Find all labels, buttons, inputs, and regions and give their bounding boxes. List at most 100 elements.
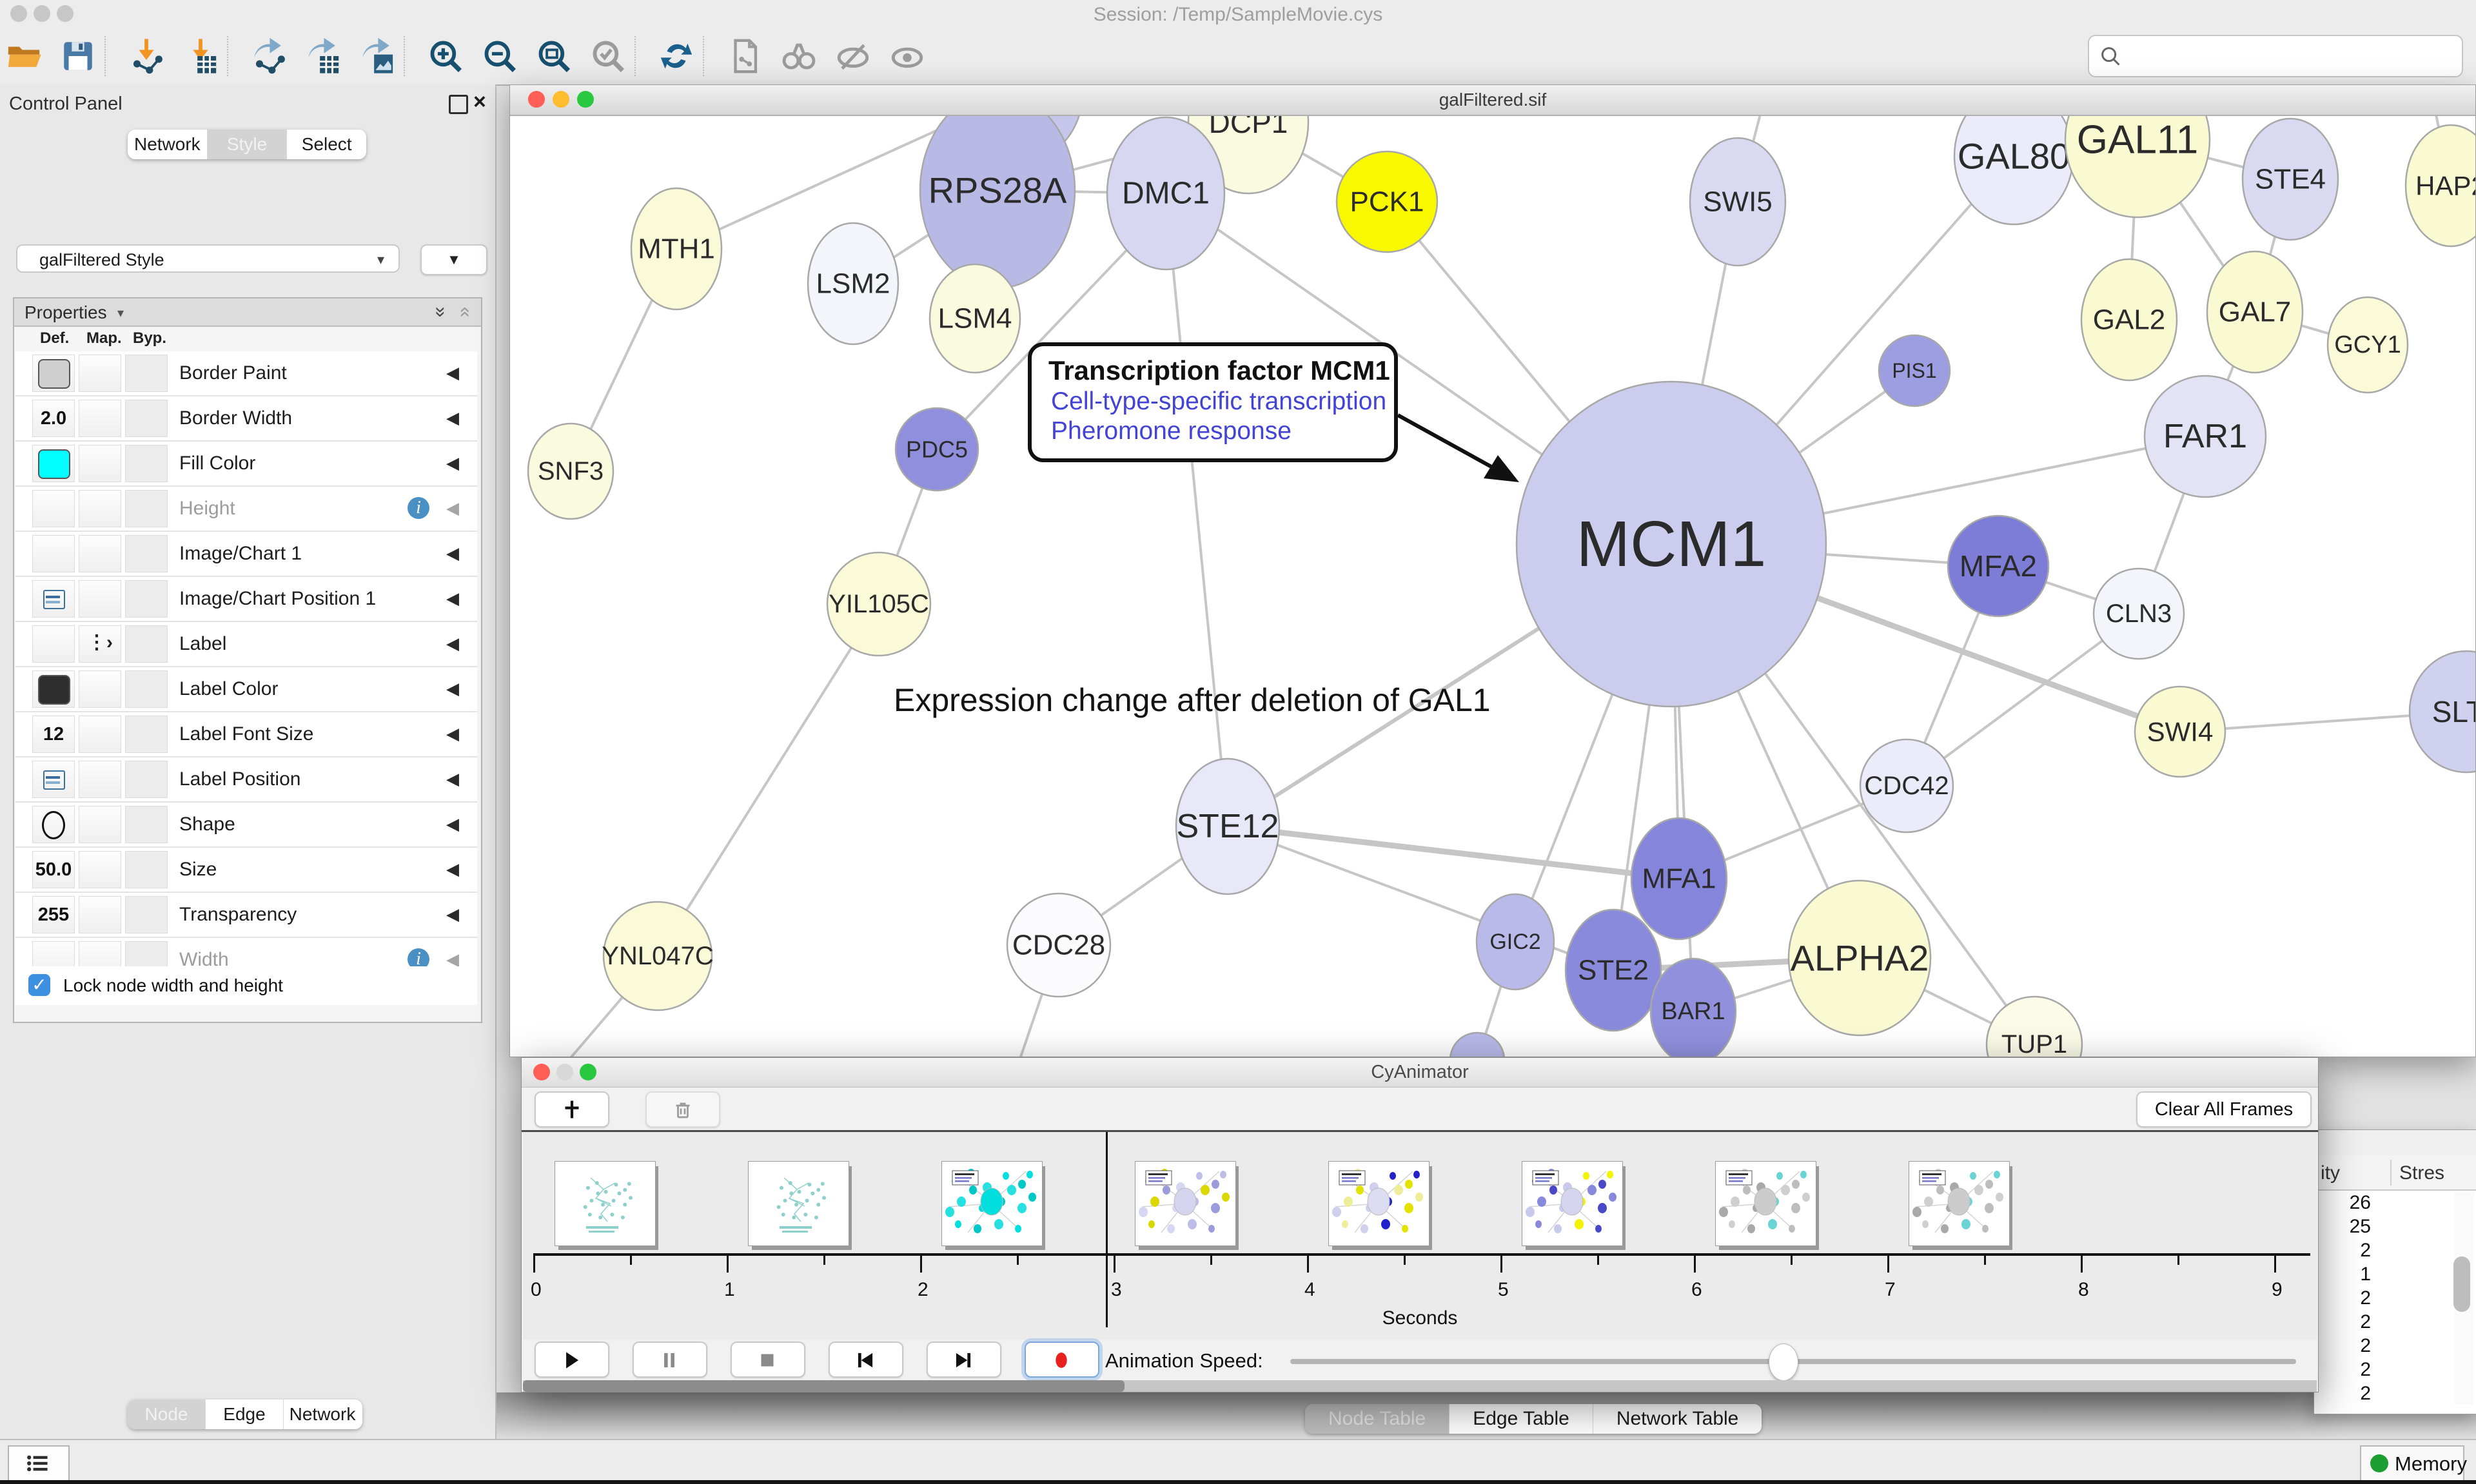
next-button[interactable] — [927, 1342, 1001, 1378]
property-row-label-color[interactable]: Label Color◀ — [15, 667, 477, 712]
graph-node-YIL105C[interactable]: YIL105C — [827, 552, 930, 656]
tab-network-style[interactable]: Network — [284, 1400, 361, 1429]
default-value-cell[interactable] — [32, 670, 75, 708]
default-value-cell[interactable]: 12 — [32, 716, 75, 753]
apply-layout-icon[interactable] — [658, 37, 695, 75]
graph-node-STE4[interactable]: STE4 — [2243, 119, 2338, 240]
zoom-in-icon[interactable] — [427, 37, 464, 75]
table-row[interactable]: 26 — [2314, 1192, 2450, 1216]
tab-select[interactable]: Select — [287, 130, 366, 159]
default-value-cell[interactable] — [32, 535, 75, 572]
graph-node-ALPHA2[interactable]: ALPHA2 — [1789, 881, 1931, 1035]
mapping-cell[interactable] — [79, 670, 121, 708]
expand-row-icon[interactable]: ◀ — [446, 859, 459, 879]
table-row[interactable]: 2 — [2314, 1383, 2450, 1407]
graph-node-CLN3[interactable]: CLN3 — [2094, 569, 2184, 659]
expand-row-icon[interactable]: ◀ — [446, 589, 459, 609]
graph-node-SLT2[interactable]: SLT2 — [2410, 651, 2475, 772]
graph-node-YNL047C[interactable]: YNL047C — [602, 902, 713, 1010]
tab-edge-table[interactable]: Edge Table — [1449, 1404, 1593, 1434]
graph-node-cut[interactable] — [1450, 1033, 1504, 1057]
default-value-cell[interactable] — [32, 445, 75, 482]
expand-row-icon[interactable]: ◀ — [446, 453, 459, 473]
property-row-border-paint[interactable]: Border Paint◀ — [15, 351, 477, 396]
graph-node-SNF3[interactable]: SNF3 — [528, 424, 613, 519]
mapping-cell[interactable] — [79, 355, 121, 392]
graph-node-GAL80[interactable]: GAL80 — [1954, 116, 2073, 224]
expand-row-icon[interactable]: ◀ — [446, 634, 459, 654]
property-row-transparency[interactable]: 255Transparency◀ — [15, 893, 477, 938]
mapping-cell[interactable] — [79, 806, 121, 843]
graph-node-MCM1[interactable]: MCM1 — [1517, 382, 1826, 707]
zoom-selected-icon[interactable] — [589, 37, 627, 75]
import-table-icon[interactable] — [182, 37, 219, 75]
graph-node-STE2[interactable]: STE2 — [1566, 910, 1661, 1031]
graph-node-PIS1[interactable]: PIS1 — [1879, 335, 1950, 406]
snapshot-document-icon[interactable] — [726, 37, 763, 75]
keyframe-thumbnail-0[interactable] — [555, 1161, 656, 1246]
graph-node-GCY1[interactable]: GCY1 — [2328, 297, 2408, 393]
graph-node-PCK1[interactable]: PCK1 — [1337, 151, 1437, 252]
export-table-icon[interactable] — [304, 37, 342, 75]
bypass-cell[interactable] — [125, 761, 168, 798]
default-value-cell[interactable] — [32, 580, 75, 618]
expand-all-icon[interactable]: » — [430, 307, 452, 318]
expand-row-icon[interactable]: ◀ — [446, 543, 459, 563]
property-row-label-font-size[interactable]: 12Label Font Size◀ — [15, 712, 477, 757]
animation-speed-slider[interactable] — [1290, 1359, 2296, 1364]
bypass-cell[interactable] — [125, 670, 168, 708]
graph-node-MTH1[interactable]: MTH1 — [631, 188, 722, 309]
keyframe-thumbnail-2[interactable] — [941, 1161, 1043, 1246]
graph-node-CDC42[interactable]: CDC42 — [1860, 739, 1953, 832]
property-row-shape[interactable]: Shape◀ — [15, 803, 477, 848]
keyframe-thumbnail-6[interactable] — [1715, 1161, 1816, 1246]
graph-node-STE12[interactable]: STE12 — [1176, 759, 1279, 894]
export-image-icon[interactable] — [359, 37, 396, 75]
export-network-icon[interactable] — [250, 37, 288, 75]
graph-node-SWI4[interactable]: SWI4 — [2135, 687, 2225, 777]
property-row-border-width[interactable]: 2.0Border Width◀ — [15, 396, 477, 442]
column-header[interactable]: ity — [2321, 1162, 2340, 1184]
save-session-icon[interactable] — [59, 37, 97, 75]
keyframe-thumbnail-5[interactable] — [1522, 1161, 1623, 1246]
bypass-cell[interactable] — [125, 355, 168, 392]
graph-node-HAP2[interactable]: HAP2 — [2406, 125, 2475, 246]
expand-row-icon[interactable]: ◀ — [446, 498, 459, 518]
property-row-height[interactable]: Heighti◀ — [15, 487, 477, 532]
float-panel-icon[interactable] — [449, 95, 468, 114]
record-button[interactable] — [1025, 1342, 1099, 1378]
tab-edge-style[interactable]: Edge — [206, 1400, 284, 1429]
property-row-fill-color[interactable]: Fill Color◀ — [15, 442, 477, 487]
memory-button[interactable]: Memory — [2360, 1445, 2464, 1481]
network-window-titlebar[interactable]: galFiltered.sif — [510, 85, 2475, 116]
table-row[interactable]: 1 — [2314, 1264, 2450, 1287]
expand-row-icon[interactable]: ◀ — [446, 679, 459, 699]
bypass-cell[interactable] — [125, 851, 168, 888]
table-scrollbar[interactable] — [2455, 1192, 2474, 1405]
bypass-cell[interactable] — [125, 896, 168, 933]
search-input[interactable] — [2088, 35, 2463, 77]
cyanimator-titlebar[interactable]: CyAnimator — [522, 1058, 2318, 1088]
open-session-icon[interactable] — [5, 37, 43, 75]
annotation-link[interactable]: Pheromone response — [1051, 417, 1394, 445]
ui-settings-button[interactable] — [8, 1445, 70, 1483]
keyframe-thumbnail-3[interactable] — [1135, 1161, 1236, 1246]
style-options-button[interactable]: ▼ — [420, 244, 487, 275]
bypass-cell[interactable] — [125, 445, 168, 482]
mapping-cell[interactable] — [79, 580, 121, 618]
table-row[interactable]: 2 — [2314, 1287, 2450, 1311]
annotation-link[interactable]: Cell-type-specific transcription — [1051, 387, 1394, 416]
graph-node-SWI5[interactable]: SWI5 — [1690, 138, 1785, 266]
default-value-cell[interactable] — [32, 625, 75, 663]
keyframe-thumbnail-1[interactable] — [748, 1161, 849, 1246]
expand-row-icon[interactable]: ◀ — [446, 363, 459, 383]
bypass-cell[interactable] — [125, 490, 168, 527]
table-row[interactable]: 25 — [2314, 1216, 2450, 1240]
graph-node-TUP1[interactable]: TUP1 — [1987, 997, 2082, 1057]
pause-button[interactable] — [633, 1342, 707, 1378]
default-value-cell[interactable] — [32, 490, 75, 527]
default-value-cell[interactable]: 50.0 — [32, 851, 75, 888]
keyframe-thumbnail-4[interactable] — [1328, 1161, 1430, 1246]
default-value-cell[interactable]: 2.0 — [32, 400, 75, 437]
tab-style[interactable]: Style — [208, 130, 288, 159]
